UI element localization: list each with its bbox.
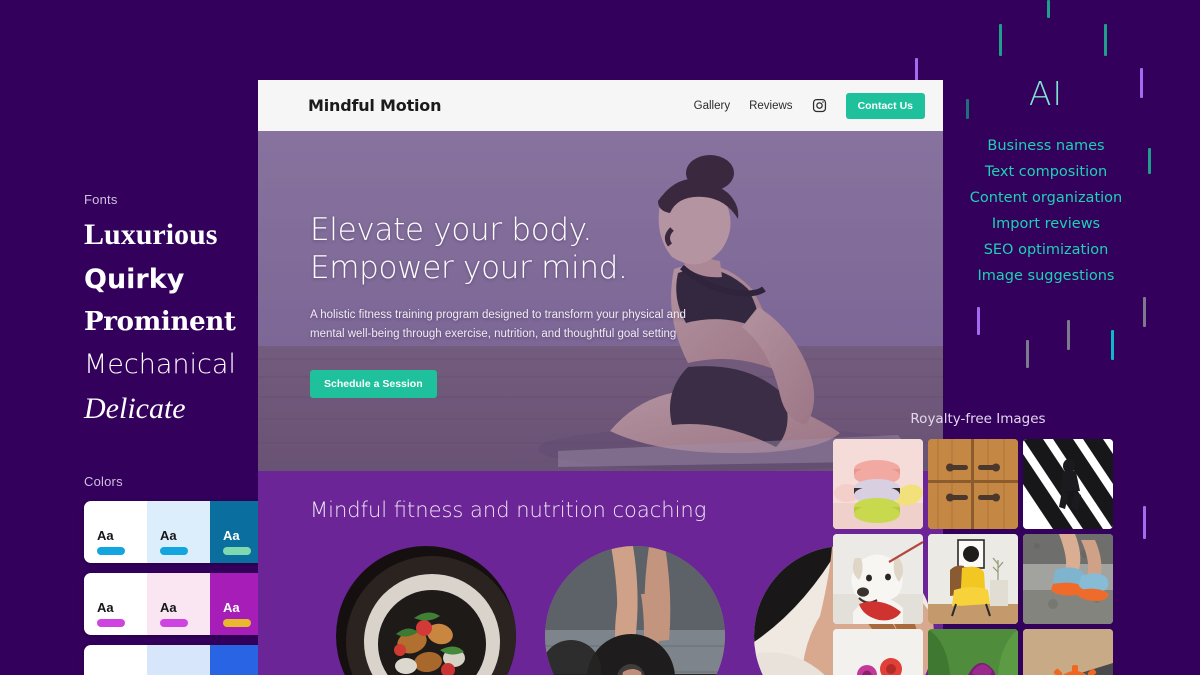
swatch-sample-text: Aa — [160, 600, 177, 615]
decorative-line — [1143, 297, 1146, 327]
circle-image-barbell-lifting[interactable] — [545, 546, 725, 675]
decorative-line — [1111, 330, 1114, 360]
decorative-line — [977, 307, 980, 335]
color-swatch[interactable]: Aa — [84, 501, 147, 563]
swatch-accent-bar — [160, 547, 188, 555]
color-swatch[interactable]: Aa — [147, 573, 210, 635]
rf-image-orange-gear-tool[interactable] — [1023, 629, 1113, 675]
color-swatch[interactable]: Aa — [147, 501, 210, 563]
ai-panel: AI Business names Text composition Content… — [940, 74, 1152, 289]
color-swatch[interactable]: Aa — [147, 645, 210, 675]
barbell-illustration — [545, 546, 725, 675]
rf-image-crosswalk-pedestrian[interactable] — [1023, 439, 1113, 529]
hero-content: Elevate your body. Empower your mind. A … — [310, 211, 730, 398]
swatch-accent-bar — [97, 547, 125, 555]
circle-image-healthy-food-bowl[interactable] — [336, 546, 516, 675]
nav-link-gallery[interactable]: Gallery — [694, 100, 730, 112]
design-preview-canvas: Fonts Luxurious Quirky Prominent Mechani… — [0, 0, 1200, 675]
swatch-sample-text: Aa — [223, 528, 240, 543]
swatch-accent-bar — [97, 619, 125, 627]
rf-image-yellow-armchair[interactable] — [928, 534, 1018, 624]
hero-paragraph: A holistic fitness training program desi… — [310, 309, 686, 340]
macarons-thumbnail — [833, 439, 923, 529]
ai-feature-item[interactable]: Image suggestions — [940, 263, 1152, 289]
crosswalk-thumbnail — [1023, 439, 1113, 529]
hero-heading-line1: Elevate your body. — [310, 212, 592, 248]
rf-image-dog-with-bandana[interactable] — [833, 534, 923, 624]
rf-image-purple-tulip[interactable] — [928, 629, 1018, 675]
swatch-accent-bar — [160, 619, 188, 627]
hero-heading: Elevate your body. Empower your mind. — [310, 211, 730, 287]
ai-panel-title: AI — [1028, 74, 1064, 113]
contact-us-button[interactable]: Contact Us — [845, 92, 925, 119]
decorative-line — [1104, 24, 1107, 56]
ai-feature-item[interactable]: Content organization — [940, 185, 1152, 211]
decorative-line — [999, 24, 1002, 56]
gear-tool-thumbnail — [1023, 629, 1113, 675]
band-title: Mindful fitness and nutrition coaching — [310, 498, 707, 522]
sewing-buttons-thumbnail — [833, 629, 923, 675]
hero-heading-line2: Empower your mind. — [310, 250, 628, 287]
color-swatch[interactable]: Aa — [84, 573, 147, 635]
rf-image-running-shoes-stairs[interactable] — [1023, 534, 1113, 624]
rf-image-macarons[interactable] — [833, 439, 923, 529]
rf-image-wooden-cabinet[interactable] — [928, 439, 1018, 529]
tulip-thumbnail — [928, 629, 1018, 675]
wooden-cabinet-thumbnail — [928, 439, 1018, 529]
ai-feature-item[interactable]: SEO optimization — [940, 237, 1152, 263]
decorative-line — [1143, 506, 1146, 539]
running-shoes-thumbnail — [1023, 534, 1113, 624]
ai-feature-item[interactable]: Import reviews — [940, 211, 1152, 237]
royalty-free-title: Royalty-free Images — [910, 411, 1046, 427]
rf-image-sewing-buttons[interactable] — [833, 629, 923, 675]
instagram-icon[interactable] — [812, 98, 827, 113]
decorative-line — [1067, 320, 1070, 350]
swatch-sample-text: Aa — [160, 528, 177, 543]
decorative-line — [1047, 0, 1050, 18]
royalty-free-grid — [833, 439, 1123, 675]
dog-thumbnail — [833, 534, 923, 624]
ai-feature-item[interactable]: Business names — [940, 133, 1152, 159]
site-brand: Mindful Motion — [308, 96, 442, 115]
decorative-line — [1026, 340, 1029, 368]
food-bowl-illustration — [336, 546, 516, 675]
swatch-accent-bar — [223, 619, 251, 627]
swatch-sample-text: Aa — [97, 600, 114, 615]
swatch-sample-text: Aa — [97, 528, 114, 543]
site-header: Mindful Motion Gallery Reviews Contact U… — [258, 80, 943, 131]
schedule-session-button[interactable]: Schedule a Session — [310, 369, 437, 398]
swatch-accent-bar — [223, 547, 251, 555]
site-nav: Gallery Reviews Contact Us — [694, 92, 925, 119]
ai-feature-list: Business names Text composition Content or… — [940, 133, 1152, 289]
ai-feature-item[interactable]: Text composition — [940, 159, 1152, 185]
royalty-free-images-panel: Royalty-free Images — [833, 411, 1123, 675]
armchair-thumbnail — [928, 534, 1018, 624]
nav-link-reviews[interactable]: Reviews — [749, 100, 792, 112]
color-swatch[interactable]: Aa — [84, 645, 147, 675]
swatch-sample-text: Aa — [223, 600, 240, 615]
